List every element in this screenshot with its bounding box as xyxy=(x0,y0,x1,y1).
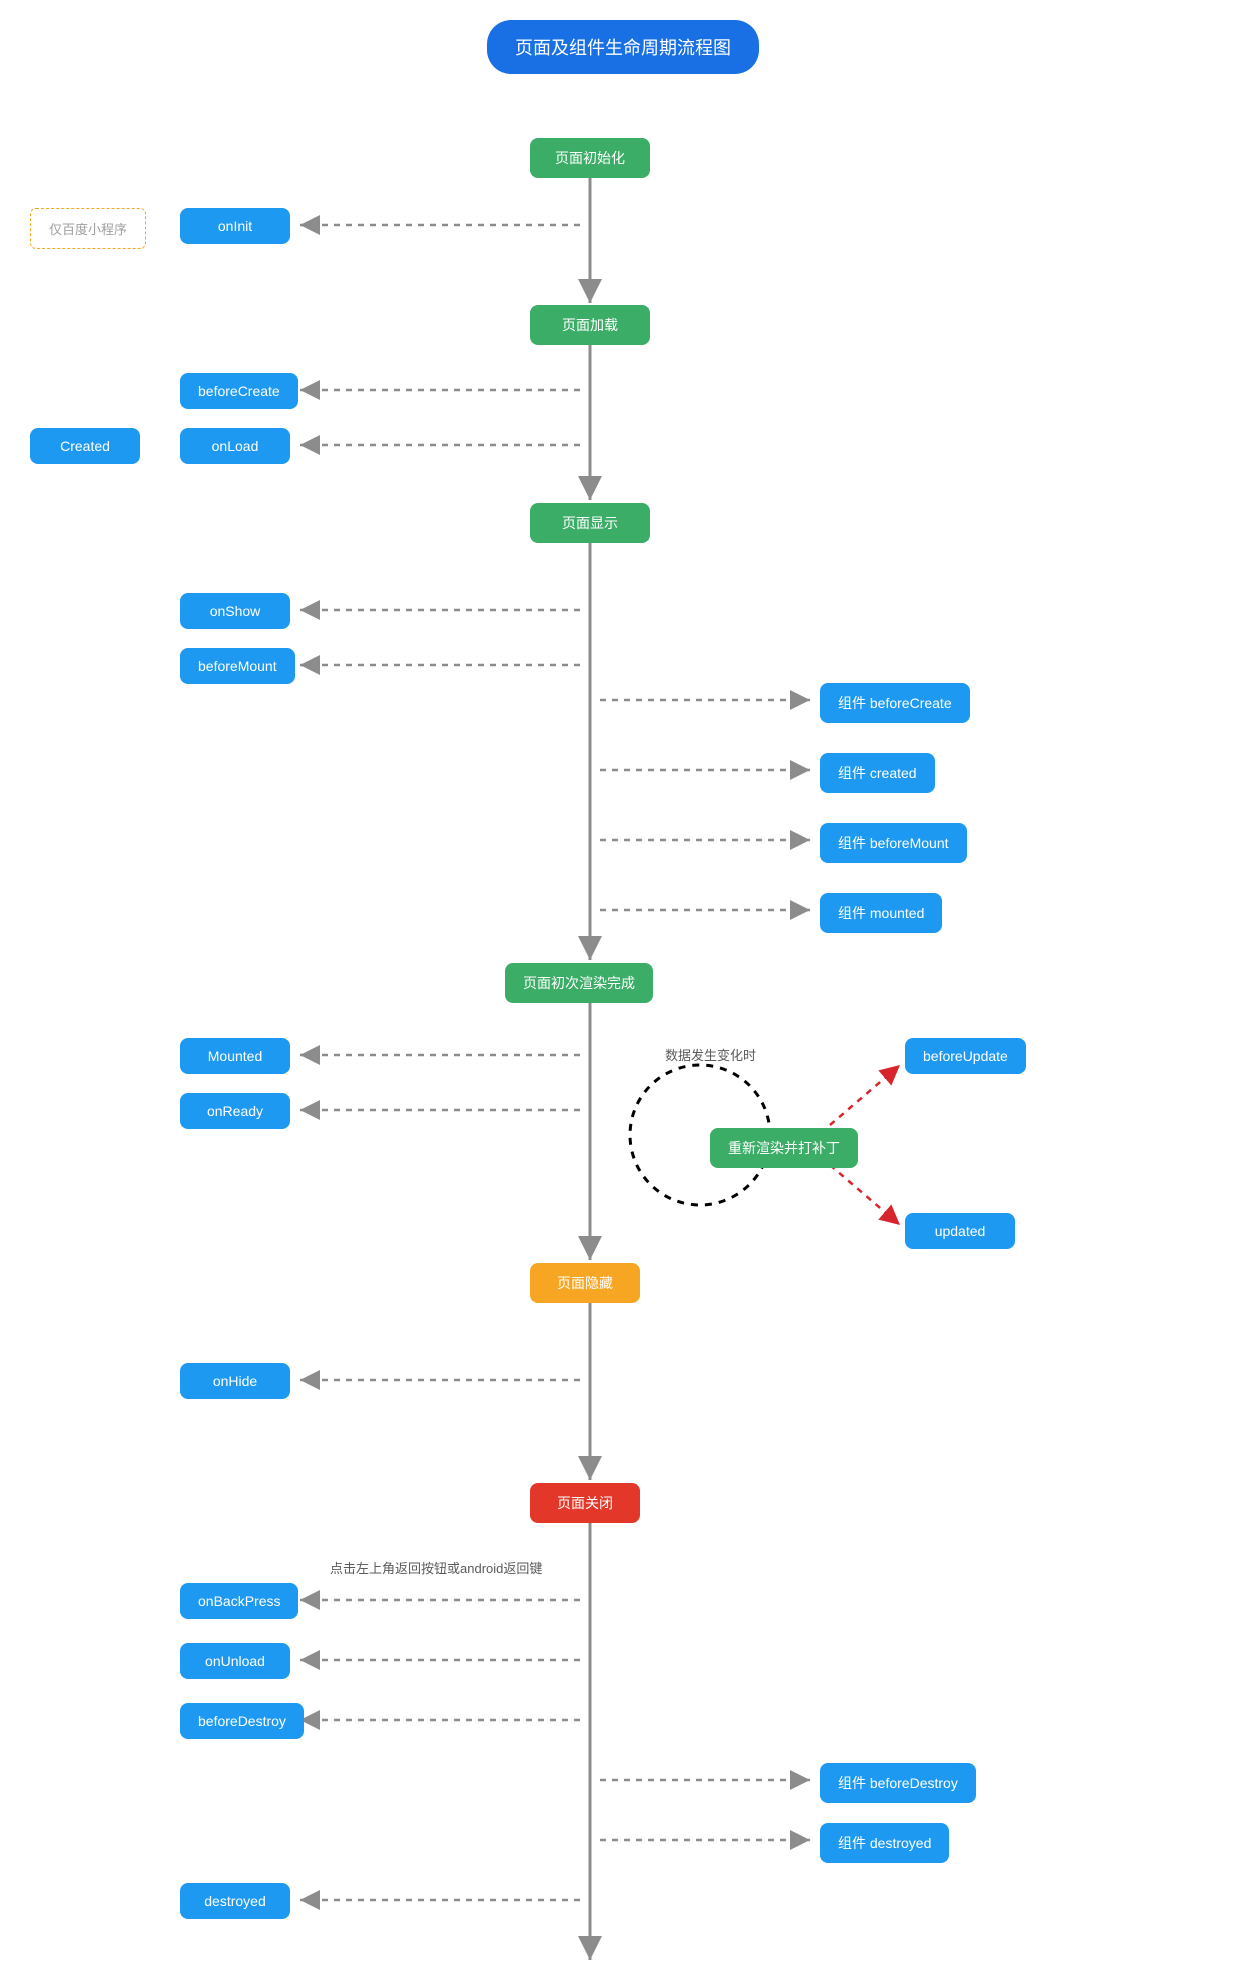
hook-destroyed: destroyed xyxy=(180,1883,290,1919)
hook-beforeDestroy: beforeDestroy xyxy=(180,1703,304,1739)
stage-init: 页面初始化 xyxy=(530,138,650,178)
diagram-title: 页面及组件生命周期流程图 xyxy=(487,20,759,74)
stage-load: 页面加载 xyxy=(530,305,650,345)
hook-beforeMount: beforeMount xyxy=(180,648,295,684)
hook-onUnload: onUnload xyxy=(180,1643,290,1679)
note-back-press: 点击左上角返回按钮或android返回键 xyxy=(330,1558,542,1577)
hook-Created: Created xyxy=(30,428,140,464)
hook-updated: updated xyxy=(905,1213,1015,1249)
stage-hide: 页面隐藏 xyxy=(530,1263,640,1303)
hook-onBackPress: onBackPress xyxy=(180,1583,298,1619)
stage-rerender: 重新渲染并打补丁 xyxy=(710,1128,858,1168)
hook-onInit: onInit xyxy=(180,208,290,244)
hook-onShow: onShow xyxy=(180,593,290,629)
note-baidu-only: 仅百度小程序 xyxy=(30,208,146,249)
hook-comp-created: 组件 created xyxy=(820,753,935,793)
hook-comp-beforeDestroy: 组件 beforeDestroy xyxy=(820,1763,976,1803)
hook-comp-mounted: 组件 mounted xyxy=(820,893,942,933)
note-data-change: 数据发生变化时 xyxy=(665,1045,756,1064)
stage-close: 页面关闭 xyxy=(530,1483,640,1523)
hook-beforeUpdate: beforeUpdate xyxy=(905,1038,1026,1074)
stage-show: 页面显示 xyxy=(530,503,650,543)
hook-beforeCreate: beforeCreate xyxy=(180,373,298,409)
hook-comp-beforeMount: 组件 beforeMount xyxy=(820,823,967,863)
hook-Mounted: Mounted xyxy=(180,1038,290,1074)
hook-comp-beforeCreate: 组件 beforeCreate xyxy=(820,683,970,723)
hook-onHide: onHide xyxy=(180,1363,290,1399)
hook-onLoad: onLoad xyxy=(180,428,290,464)
stage-first-render: 页面初次渲染完成 xyxy=(505,963,653,1003)
hook-onReady: onReady xyxy=(180,1093,290,1129)
hook-comp-destroyed: 组件 destroyed xyxy=(820,1823,949,1863)
